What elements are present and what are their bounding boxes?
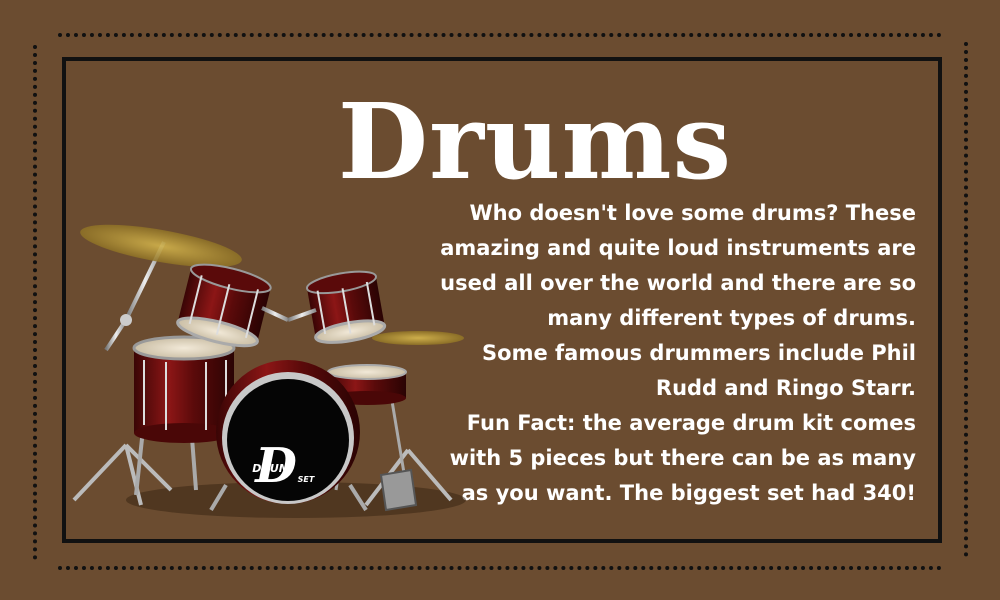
drummers-paragraph: Some famous drummers include Phil Rudd a… bbox=[482, 341, 916, 400]
intro-paragraph: Who doesn't love some drums? These amazi… bbox=[440, 201, 916, 330]
page-title: Drums bbox=[337, 80, 733, 203]
dotted-border-bottom bbox=[58, 566, 942, 570]
dotted-border-right bbox=[964, 42, 968, 557]
bass-drum-logo-subword: SET bbox=[298, 475, 315, 484]
dotted-border-top bbox=[58, 33, 942, 37]
rack-tom-right bbox=[305, 270, 387, 344]
drum-kit-illustration: D DRUM SET bbox=[72, 224, 466, 518]
dotted-border-left bbox=[33, 45, 37, 560]
description-text: Who doesn't love some drums? These amazi… bbox=[420, 196, 916, 511]
bass-drum-logo-word: DRUM bbox=[252, 462, 290, 475]
bass-pedal bbox=[379, 468, 418, 512]
fun-fact-paragraph: Fun Fact: the average drum kit comes wit… bbox=[449, 411, 916, 505]
